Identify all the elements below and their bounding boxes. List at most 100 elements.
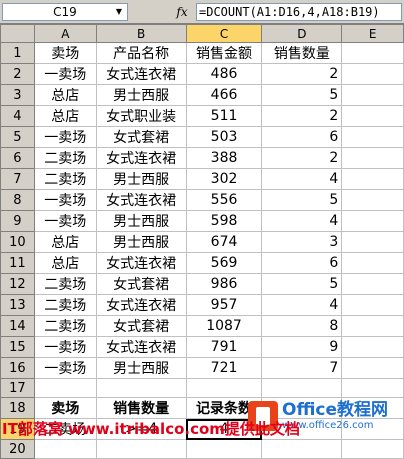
column-header-c[interactable]: C xyxy=(185,24,263,43)
row-header[interactable]: 17 xyxy=(0,378,35,398)
cell-a7[interactable]: 二卖场 xyxy=(33,168,97,190)
cell-e7[interactable] xyxy=(341,168,404,190)
cell-b5[interactable]: 女式套裙 xyxy=(95,126,187,148)
cell-d14[interactable]: 8 xyxy=(261,315,343,337)
cell-b17[interactable] xyxy=(95,378,187,398)
row-header[interactable]: 3 xyxy=(0,84,35,106)
cell-d10[interactable]: 3 xyxy=(261,231,343,253)
cell-d8[interactable]: 5 xyxy=(261,189,343,211)
cell-e13[interactable] xyxy=(341,294,404,316)
cell-b9[interactable]: 男士西服 xyxy=(95,210,187,232)
cell-b7[interactable]: 男士西服 xyxy=(95,168,187,190)
cell-a10[interactable]: 总店 xyxy=(33,231,97,253)
row-header[interactable]: 13 xyxy=(0,294,35,316)
cell-d3[interactable]: 5 xyxy=(261,84,343,106)
cell-c13[interactable]: 957 xyxy=(185,294,263,316)
cell-d2[interactable]: 2 xyxy=(261,63,343,85)
cell-a9[interactable]: 一卖场 xyxy=(33,210,97,232)
cell-b6[interactable]: 女式连衣裙 xyxy=(95,147,187,169)
row-header[interactable]: 20 xyxy=(0,439,35,459)
cell-b18[interactable]: 销售数量 xyxy=(95,397,187,419)
cell-d15[interactable]: 9 xyxy=(261,336,343,358)
cell-a14[interactable]: 二卖场 xyxy=(33,315,97,337)
row-header[interactable]: 6 xyxy=(0,147,35,169)
cell-b16[interactable]: 男士西服 xyxy=(95,357,187,379)
cell-c6[interactable]: 388 xyxy=(185,147,263,169)
cell-e15[interactable] xyxy=(341,336,404,358)
cell-c10[interactable]: 674 xyxy=(185,231,263,253)
row-header[interactable]: 10 xyxy=(0,231,35,253)
cell-a3[interactable]: 总店 xyxy=(33,84,97,106)
cell-e11[interactable] xyxy=(341,252,404,274)
cell-a6[interactable]: 二卖场 xyxy=(33,147,97,169)
cell-d16[interactable]: 7 xyxy=(261,357,343,379)
cell-b14[interactable]: 女式套裙 xyxy=(95,315,187,337)
cell-d5[interactable]: 6 xyxy=(261,126,343,148)
cell-c3[interactable]: 466 xyxy=(185,84,263,106)
cell-c9[interactable]: 598 xyxy=(185,210,263,232)
cell-b2[interactable]: 女式连衣裙 xyxy=(95,63,187,85)
cell-a13[interactable]: 二卖场 xyxy=(33,294,97,316)
cell-a4[interactable]: 总店 xyxy=(33,105,97,127)
chevron-down-icon[interactable]: ▼ xyxy=(113,5,125,19)
column-header-e[interactable]: E xyxy=(341,24,404,43)
cell-a12[interactable]: 二卖场 xyxy=(33,273,97,295)
cell-e20[interactable] xyxy=(341,439,404,459)
cell-d6[interactable]: 2 xyxy=(261,147,343,169)
column-header-b[interactable]: B xyxy=(95,24,187,43)
cell-c5[interactable]: 503 xyxy=(185,126,263,148)
formula-input[interactable]: =DCOUNT(A1:D16,4,A18:B19) xyxy=(196,3,402,21)
column-header-d[interactable]: D xyxy=(261,24,343,43)
cell-e3[interactable] xyxy=(341,84,404,106)
cell-b11[interactable]: 女式连衣裙 xyxy=(95,252,187,274)
cell-c12[interactable]: 986 xyxy=(185,273,263,295)
cell-a18[interactable]: 卖场 xyxy=(33,397,97,419)
cell-a5[interactable]: 一卖场 xyxy=(33,126,97,148)
row-header[interactable]: 7 xyxy=(0,168,35,190)
cell-e1[interactable] xyxy=(341,42,404,64)
cell-a1[interactable]: 卖场 xyxy=(33,42,97,64)
cell-e16[interactable] xyxy=(341,357,404,379)
cell-e9[interactable] xyxy=(341,210,404,232)
row-header[interactable]: 2 xyxy=(0,63,35,85)
cell-b3[interactable]: 男士西服 xyxy=(95,84,187,106)
cell-e5[interactable] xyxy=(341,126,404,148)
fx-icon[interactable]: fx xyxy=(172,3,192,21)
cell-c11[interactable]: 569 xyxy=(185,252,263,274)
row-header[interactable]: 16 xyxy=(0,357,35,379)
cell-b12[interactable]: 女式套裙 xyxy=(95,273,187,295)
cell-b10[interactable]: 男士西服 xyxy=(95,231,187,253)
cell-e6[interactable] xyxy=(341,147,404,169)
cell-c2[interactable]: 486 xyxy=(185,63,263,85)
cell-d11[interactable]: 6 xyxy=(261,252,343,274)
cell-b13[interactable]: 女式连衣裙 xyxy=(95,294,187,316)
column-header-a[interactable]: A xyxy=(33,24,97,43)
row-header[interactable]: 5 xyxy=(0,126,35,148)
row-header[interactable]: 8 xyxy=(0,189,35,211)
cell-d12[interactable]: 5 xyxy=(261,273,343,295)
cell-c7[interactable]: 302 xyxy=(185,168,263,190)
cell-a17[interactable] xyxy=(33,378,97,398)
cell-c1[interactable]: 销售金额 xyxy=(185,42,263,64)
cell-e10[interactable] xyxy=(341,231,404,253)
cell-c4[interactable]: 511 xyxy=(185,105,263,127)
cell-c15[interactable]: 791 xyxy=(185,336,263,358)
cell-c8[interactable]: 556 xyxy=(185,189,263,211)
cell-e12[interactable] xyxy=(341,273,404,295)
cell-d13[interactable]: 4 xyxy=(261,294,343,316)
cell-e14[interactable] xyxy=(341,315,404,337)
cell-b15[interactable]: 女式连衣裙 xyxy=(95,336,187,358)
cell-c16[interactable]: 721 xyxy=(185,357,263,379)
cell-a11[interactable]: 总店 xyxy=(33,252,97,274)
row-header[interactable]: 4 xyxy=(0,105,35,127)
row-header[interactable]: 15 xyxy=(0,336,35,358)
cell-a2[interactable]: 一卖场 xyxy=(33,63,97,85)
cell-e8[interactable] xyxy=(341,189,404,211)
cell-b4[interactable]: 女式职业装 xyxy=(95,105,187,127)
cell-a20[interactable] xyxy=(33,439,97,459)
row-header[interactable]: 9 xyxy=(0,210,35,232)
cell-e2[interactable] xyxy=(341,63,404,85)
select-all-corner[interactable] xyxy=(0,24,35,43)
row-header[interactable]: 18 xyxy=(0,397,35,419)
cell-a8[interactable]: 一卖场 xyxy=(33,189,97,211)
